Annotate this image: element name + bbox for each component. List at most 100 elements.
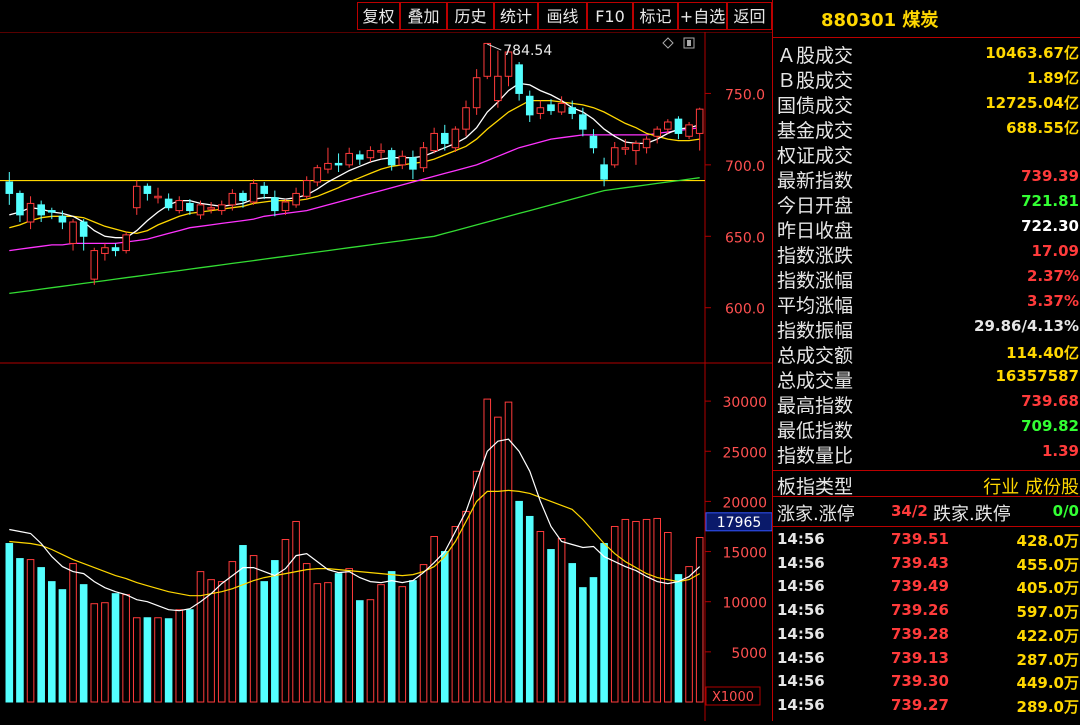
candle-body bbox=[186, 202, 194, 212]
tick-time: 14:56 bbox=[777, 695, 825, 714]
candle-body bbox=[366, 150, 375, 159]
volume-bar bbox=[600, 543, 608, 703]
stat-row: Ｂ股成交 1.89亿 bbox=[773, 66, 1080, 92]
stat-row: 国债成交 12725.04亿 bbox=[773, 91, 1080, 117]
stat-label: 基金成交 bbox=[777, 120, 854, 142]
volume-bar bbox=[217, 581, 226, 703]
candle-body bbox=[207, 207, 215, 210]
candle-body bbox=[430, 132, 438, 152]
tick-time: 14:56 bbox=[777, 672, 825, 691]
volume-bar bbox=[101, 602, 109, 703]
candle-body bbox=[472, 77, 481, 109]
candle-body bbox=[58, 215, 67, 223]
candle-body bbox=[101, 247, 109, 254]
candle-body bbox=[536, 107, 545, 114]
toolbar-button-1[interactable]: 叠加 bbox=[400, 2, 447, 30]
tick-price: 739.28 bbox=[891, 624, 949, 643]
tick-volume: 287.0万 bbox=[1016, 650, 1079, 669]
toolbar-button-2[interactable]: 历史 bbox=[447, 2, 494, 30]
stat-label: 最高指数 bbox=[777, 395, 854, 417]
volume-unit-label: X1000 bbox=[712, 690, 754, 705]
candle-body bbox=[642, 138, 651, 149]
volume-bar bbox=[16, 558, 24, 703]
candle-body bbox=[324, 162, 332, 170]
stat-value: 114.40亿 bbox=[1006, 344, 1079, 362]
candle-body bbox=[37, 204, 45, 216]
stat-row: 指数振幅 29.86/4.13% bbox=[773, 316, 1080, 342]
volume-bar bbox=[132, 617, 141, 703]
volume-bar bbox=[504, 401, 513, 703]
stat-row: 权证成交 bbox=[773, 141, 1080, 167]
up-label: 涨家.涨停 bbox=[777, 504, 855, 525]
tick-price: 739.51 bbox=[891, 530, 949, 548]
toolbar-button-0[interactable]: 复权 bbox=[357, 2, 400, 30]
stat-row: 今日开盘 721.81 bbox=[773, 191, 1080, 217]
tick-price: 739.43 bbox=[891, 553, 949, 572]
volume-bar bbox=[525, 515, 534, 703]
candle-body bbox=[419, 147, 428, 169]
volume-bar bbox=[58, 589, 67, 703]
candle-body bbox=[600, 164, 608, 180]
volume-bar bbox=[462, 510, 470, 703]
toolbar-button-3[interactable]: 统计 bbox=[494, 2, 538, 30]
toolbar-button-7[interactable]: +自选 bbox=[678, 2, 727, 30]
volume-bar bbox=[143, 617, 152, 703]
tick-volume: 405.0万 bbox=[1016, 579, 1079, 598]
candle-body bbox=[313, 167, 322, 183]
volume-bar bbox=[175, 609, 184, 703]
volume-bar bbox=[313, 583, 322, 703]
window-icon-inner bbox=[687, 40, 691, 46]
toolbar-button-4[interactable]: 画线 bbox=[538, 2, 587, 30]
candle-body bbox=[122, 234, 130, 252]
stat-label: 总成交额 bbox=[777, 345, 854, 367]
candle-body bbox=[281, 201, 290, 212]
stat-value: 1.39 bbox=[1041, 442, 1079, 460]
stat-label: 指数涨幅 bbox=[777, 270, 854, 292]
toolbar-button-5[interactable]: F10 bbox=[587, 2, 633, 30]
candle-body bbox=[685, 124, 693, 137]
volume-bar bbox=[440, 551, 449, 703]
candle-body bbox=[196, 204, 205, 216]
tick-volume: 449.0万 bbox=[1016, 674, 1079, 693]
kline-chart[interactable]: 600.0 650.0 700.0 750.0 784.54 5000 10000 15000… bbox=[0, 31, 773, 721]
volume-bar bbox=[695, 537, 704, 703]
tick-row: 14:56 739.43 455.0万 bbox=[773, 554, 1080, 578]
stat-row: 最高指数 739.68 bbox=[773, 391, 1080, 417]
volume-tick-label: 25000 bbox=[722, 445, 767, 461]
stat-label: 最新指数 bbox=[777, 170, 854, 192]
stat-value: 16357587 bbox=[995, 367, 1080, 385]
volume-bar bbox=[292, 520, 300, 703]
stat-label: 最低指数 bbox=[777, 420, 854, 442]
volume-bar bbox=[366, 599, 375, 703]
stat-value: 29.86/4.13% bbox=[974, 317, 1079, 335]
updown-row: 涨家.涨停 34/2 跌家.跌停 0/0 bbox=[773, 500, 1080, 525]
toolbar-button-8[interactable]: 返回 bbox=[727, 2, 772, 30]
current-volume-label: 17965 bbox=[717, 515, 762, 531]
volume-bar bbox=[377, 584, 385, 703]
tick-price: 739.49 bbox=[891, 577, 949, 596]
volume-bar bbox=[674, 574, 683, 703]
stat-value: 3.37% bbox=[1026, 292, 1079, 310]
volume-bar bbox=[271, 560, 279, 703]
volume-bar bbox=[207, 579, 215, 703]
stat-value: 17.09 bbox=[1031, 242, 1079, 260]
stat-label: 指数涨跌 bbox=[777, 245, 854, 267]
candle-body bbox=[674, 118, 683, 134]
candle-body bbox=[260, 185, 269, 194]
volume-bar bbox=[515, 500, 523, 703]
candle-body bbox=[547, 104, 555, 112]
toolbar-button-6[interactable]: 标记 bbox=[633, 2, 678, 30]
candle-body bbox=[483, 42, 492, 77]
volume-bar bbox=[5, 543, 14, 703]
candle-body bbox=[557, 102, 566, 113]
volume-bar bbox=[302, 563, 311, 703]
candle-body bbox=[653, 128, 661, 137]
candle-body bbox=[451, 128, 460, 149]
stat-value: 721.81 bbox=[1021, 192, 1079, 210]
volume-bar bbox=[26, 559, 35, 703]
candle-body bbox=[664, 121, 672, 130]
candle-body bbox=[494, 75, 502, 102]
candle-body bbox=[377, 150, 385, 153]
stat-label: 总成交量 bbox=[777, 370, 854, 392]
index-title: 880301 煤炭 bbox=[821, 10, 939, 31]
